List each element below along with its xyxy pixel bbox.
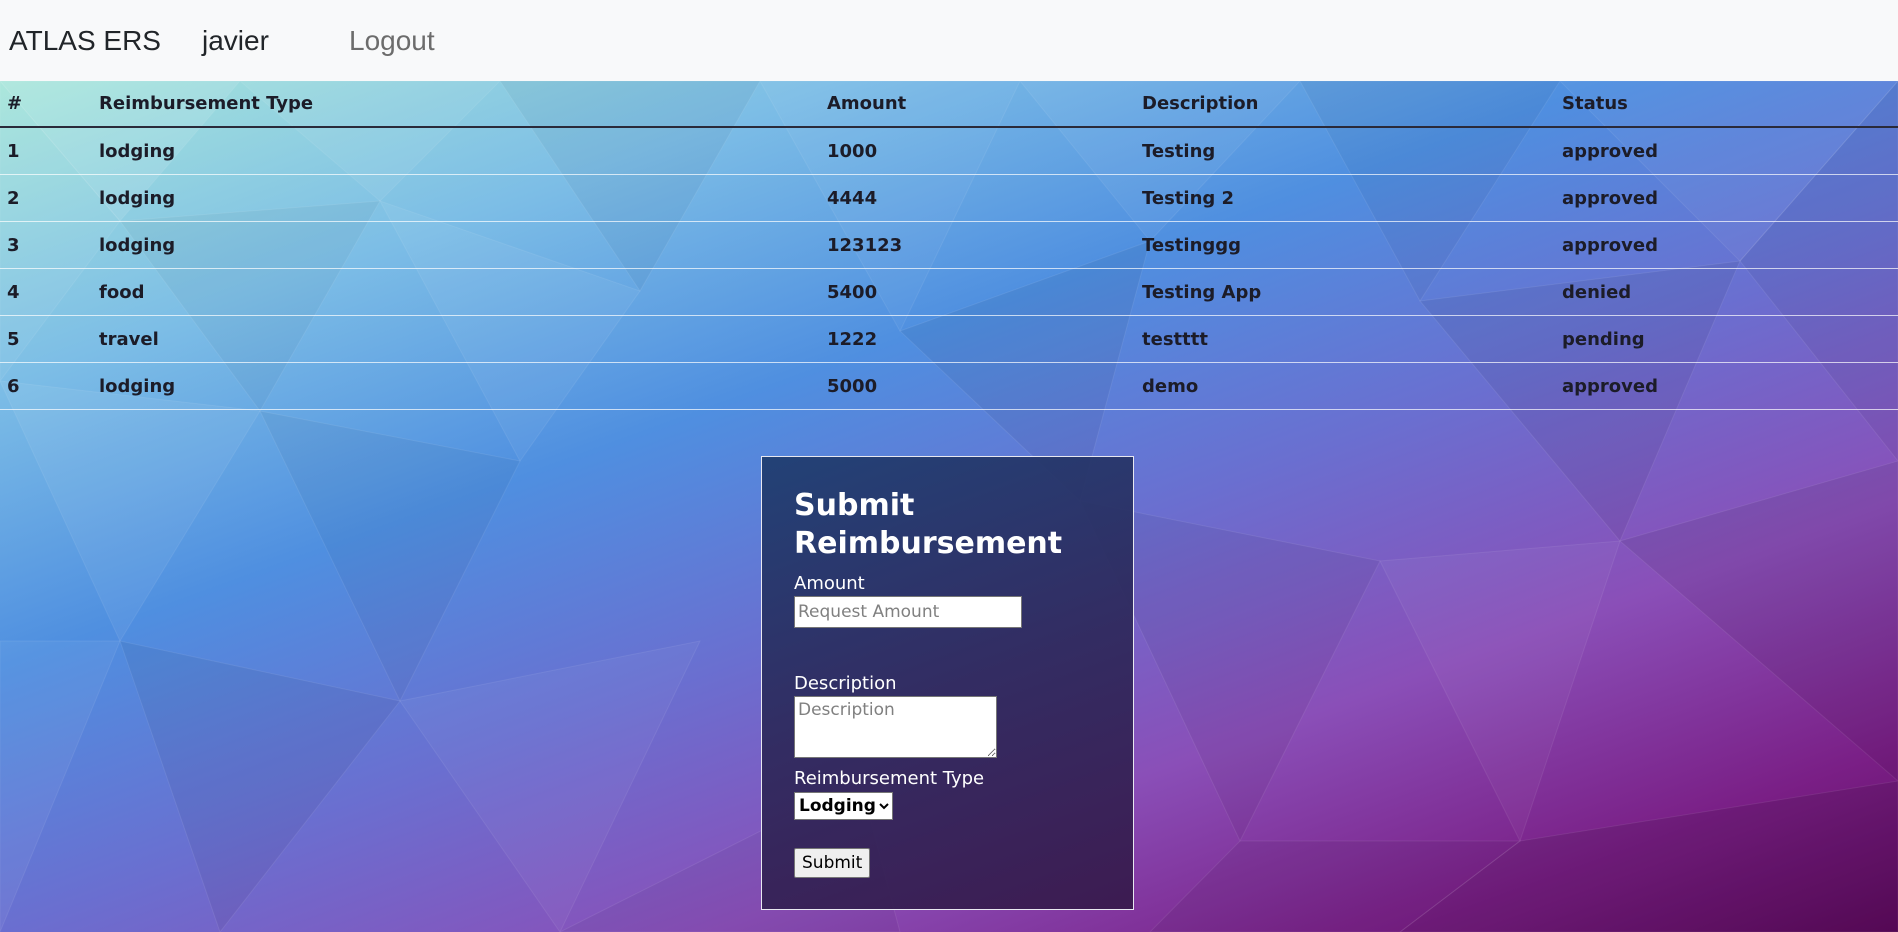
table-row: 3 lodging 123123 Testinggg approved <box>0 221 1898 269</box>
cell-status: approved <box>1555 362 1898 410</box>
table-row: 4 food 5400 Testing App denied <box>0 268 1898 316</box>
submit-button[interactable]: Submit <box>794 848 871 878</box>
cell-amount: 5400 <box>820 268 1135 316</box>
cell-type: lodging <box>92 127 820 175</box>
cell-type: lodging <box>92 174 820 222</box>
cell-type: food <box>92 268 820 316</box>
brand-title[interactable]: ATLAS ERS <box>9 25 202 57</box>
cell-number: 2 <box>0 174 92 222</box>
table-row: 6 lodging 5000 demo approved <box>0 362 1898 410</box>
submit-reimbursement-form: Submit Reimbursement Amount Description … <box>761 456 1134 910</box>
cell-number: 5 <box>0 315 92 363</box>
cell-status: approved <box>1555 127 1898 175</box>
cell-number: 4 <box>0 268 92 316</box>
cell-description: Testing 2 <box>1135 174 1555 222</box>
cell-type: lodging <box>92 362 820 410</box>
cell-description: demo <box>1135 362 1555 410</box>
cell-amount: 1222 <box>820 315 1135 363</box>
header-description: Description <box>1135 81 1555 128</box>
table-row: 2 lodging 4444 Testing 2 approved <box>0 174 1898 222</box>
table-row: 1 lodging 1000 Testing approved <box>0 127 1898 175</box>
cell-status: pending <box>1555 315 1898 363</box>
cell-description: testttt <box>1135 315 1555 363</box>
header-reimbursement-type: Reimbursement Type <box>92 81 820 128</box>
cell-type: travel <box>92 315 820 363</box>
cell-status: denied <box>1555 268 1898 316</box>
cell-status: approved <box>1555 221 1898 269</box>
header-number: # <box>0 81 92 128</box>
amount-input[interactable] <box>794 596 1022 628</box>
cell-description: Testinggg <box>1135 221 1555 269</box>
cell-number: 1 <box>0 127 92 175</box>
cell-status: approved <box>1555 174 1898 222</box>
reimbursement-type-label: Reimbursement Type <box>794 768 985 789</box>
cell-amount: 123123 <box>820 221 1135 269</box>
cell-amount: 5000 <box>820 362 1135 410</box>
cell-description: Testing <box>1135 127 1555 175</box>
cell-amount: 1000 <box>820 127 1135 175</box>
header-amount: Amount <box>820 81 1135 128</box>
nav-username[interactable]: javier <box>202 25 349 57</box>
cell-number: 3 <box>0 221 92 269</box>
header-status: Status <box>1555 81 1898 128</box>
reimbursements-table-wrapper: # Reimbursement Type Amount Description … <box>0 81 1898 410</box>
cell-number: 6 <box>0 362 92 410</box>
cell-amount: 4444 <box>820 174 1135 222</box>
form-title: Submit Reimbursement <box>794 488 1063 561</box>
logout-link[interactable]: Logout <box>349 25 435 57</box>
description-label: Description <box>794 673 897 694</box>
reimbursements-table: # Reimbursement Type Amount Description … <box>0 81 1898 410</box>
description-input[interactable] <box>794 696 997 758</box>
navbar: ATLAS ERS javier Logout <box>0 0 1898 81</box>
table-row: 5 travel 1222 testttt pending <box>0 315 1898 363</box>
cell-description: Testing App <box>1135 268 1555 316</box>
reimbursement-type-select[interactable]: Lodging <box>794 792 893 820</box>
cell-type: lodging <box>92 221 820 269</box>
amount-label: Amount <box>794 573 865 594</box>
table-header-row: # Reimbursement Type Amount Description … <box>0 81 1898 128</box>
